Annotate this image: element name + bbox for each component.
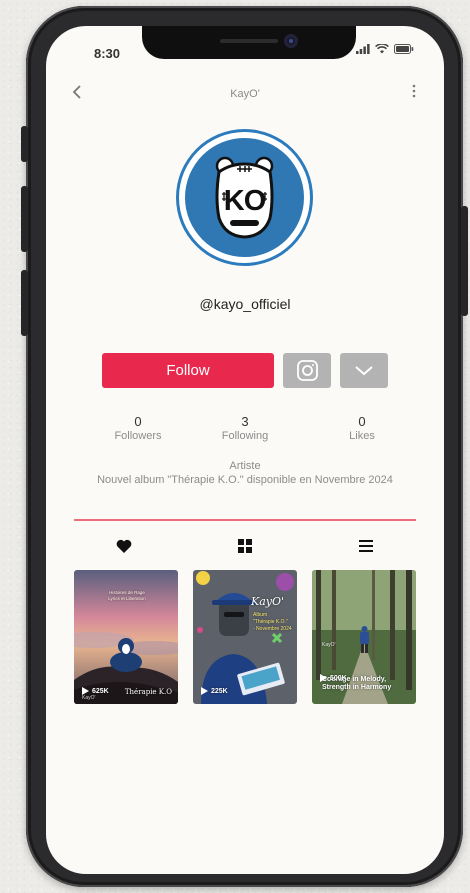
avatar-text: KO bbox=[223, 185, 267, 217]
volume-up-button bbox=[21, 186, 28, 252]
avatar-logo: KO bbox=[185, 138, 304, 257]
front-camera bbox=[284, 34, 298, 48]
profile-header: KayO' bbox=[46, 78, 444, 108]
play-icon bbox=[201, 687, 208, 695]
username: @kayo_officiel bbox=[199, 296, 291, 312]
tab-divider bbox=[74, 519, 416, 521]
stat-value: 0 bbox=[358, 414, 366, 429]
power-button bbox=[461, 206, 468, 316]
stat-label: Following bbox=[221, 430, 269, 442]
tab-playlists[interactable] bbox=[354, 536, 378, 556]
bio-role: Artiste bbox=[229, 460, 261, 472]
signal-icon bbox=[356, 44, 370, 54]
notch bbox=[142, 26, 356, 59]
video-3-watermark: KayO' bbox=[322, 642, 336, 648]
stat-value: 0 bbox=[134, 414, 142, 429]
play-icon bbox=[320, 674, 327, 682]
suggestions-dropdown-button[interactable] bbox=[340, 353, 388, 388]
camera-icon bbox=[297, 360, 318, 381]
play-icon bbox=[82, 687, 89, 695]
instagram-button[interactable] bbox=[283, 353, 331, 388]
mute-switch bbox=[21, 126, 28, 162]
stat-value: 3 bbox=[241, 414, 249, 429]
follow-button[interactable]: Follow bbox=[102, 353, 274, 388]
stat-label: Likes bbox=[349, 430, 375, 442]
stat-following[interactable]: 3 Following bbox=[200, 414, 290, 442]
header-title: KayO' bbox=[230, 88, 260, 100]
status-icons bbox=[356, 44, 414, 54]
video-thumbnail-2[interactable]: KayO' Album "Thérapie K.O." - Novembre 2… bbox=[193, 570, 297, 704]
video-2-caption: Album "Thérapie K.O." - Novembre 2024 bbox=[253, 612, 292, 632]
video-thumbnail-3[interactable]: Courage in Melody, Strength in Harmony K… bbox=[312, 570, 416, 704]
avatar[interactable]: KO bbox=[179, 132, 310, 263]
volume-down-button bbox=[21, 270, 28, 336]
status-time: 8:30 bbox=[94, 46, 121, 61]
video-1-views: 625K bbox=[82, 687, 109, 695]
view-count: 625K bbox=[92, 687, 109, 695]
view-count: 225K bbox=[211, 687, 228, 695]
heart-icon bbox=[116, 539, 132, 553]
chevron-down-icon bbox=[355, 366, 373, 376]
stat-likes[interactable]: 0 Likes bbox=[317, 414, 407, 442]
grid-icon bbox=[238, 539, 252, 553]
tab-liked[interactable] bbox=[112, 536, 136, 556]
stat-label: Followers bbox=[114, 430, 162, 442]
more-options-icon[interactable] bbox=[412, 84, 416, 103]
battery-icon bbox=[394, 44, 414, 54]
tab-grid[interactable] bbox=[233, 536, 257, 556]
view-count: 500K bbox=[330, 674, 347, 682]
video-1-subtitle: Thérapie K.O bbox=[124, 688, 172, 696]
video-3-views: 500K bbox=[320, 674, 347, 682]
video-2-views: 225K bbox=[201, 687, 228, 695]
stat-followers[interactable]: 0 Followers bbox=[93, 414, 183, 442]
wifi-icon bbox=[375, 44, 389, 54]
video-2-brand: KayO' bbox=[251, 595, 285, 608]
bio-text: Nouvel album "Thérapie K.O." disponible … bbox=[97, 474, 393, 486]
video-2-artwork bbox=[193, 570, 297, 704]
speaker-grille bbox=[220, 39, 278, 43]
video-thumbnail-1[interactable]: Histoires de Rage Lyrics et Liberation T… bbox=[74, 570, 178, 704]
video-1-title: Histoires de Rage Lyrics et Liberation bbox=[108, 590, 146, 601]
phone-screen: 8:30 KayO' KO @kayo_officiel Follow 0 Fo… bbox=[46, 26, 444, 874]
list-icon bbox=[359, 540, 373, 552]
video-1-watermark: KayO' bbox=[82, 695, 96, 701]
